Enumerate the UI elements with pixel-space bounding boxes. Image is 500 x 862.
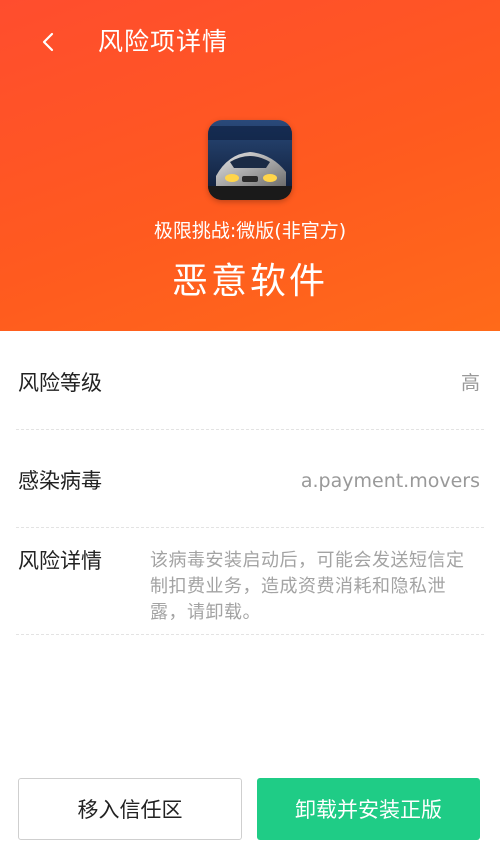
- divider: [16, 429, 484, 430]
- header-banner: 风险项详情 极限挑战:微版(非官方) 恶意软件: [0, 0, 500, 331]
- risk-detail-label: 风险详情: [18, 549, 102, 573]
- risk-level-label: 风险等级: [18, 371, 102, 395]
- top-bar: 风险项详情: [0, 0, 500, 84]
- divider: [16, 527, 484, 528]
- virus-label: 感染病毒: [18, 469, 102, 493]
- risk-detail-row: 风险详情 该病毒安装启动后，可能会发送短信定制扣费业务，造成资费消耗和隐私泄露，…: [16, 546, 484, 626]
- app-icon: [208, 120, 292, 200]
- virus-row: 感染病毒 a.payment.movers: [16, 466, 484, 496]
- risk-detail-description: 该病毒安装启动后，可能会发送短信定制扣费业务，造成资费消耗和隐私泄露，请卸载。: [150, 550, 465, 623]
- page-title: 风险项详情: [98, 27, 229, 56]
- back-button[interactable]: [28, 22, 68, 62]
- risk-verdict: 恶意软件: [171, 261, 328, 302]
- divider: [16, 634, 484, 635]
- risk-level-row: 风险等级 高: [16, 368, 484, 398]
- app-name: 极限挑战:微版(非官方): [153, 220, 347, 242]
- uninstall-install-official-button[interactable]: 卸载并安装正版: [257, 778, 480, 840]
- risk-level-value: 高: [460, 372, 480, 394]
- chevron-left-icon: [42, 32, 54, 52]
- virus-value: a.payment.movers: [300, 470, 480, 492]
- move-to-trust-button[interactable]: 移入信任区: [18, 778, 242, 840]
